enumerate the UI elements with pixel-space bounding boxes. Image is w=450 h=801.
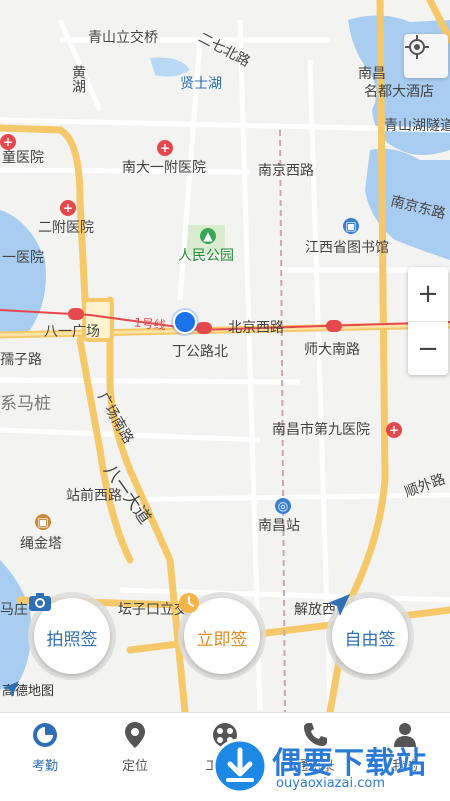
map-label: 青山湖隧道	[384, 118, 450, 134]
landmark-icon: ▣	[35, 514, 51, 530]
current-location-marker	[173, 310, 197, 334]
watermark-url: ouyaoxiazai.com	[276, 776, 385, 791]
map-label: 名都大酒店	[364, 84, 434, 100]
zoom-in-button[interactable]: +	[408, 267, 448, 322]
map-label: 北京西路	[228, 320, 284, 336]
map-label: 绳金塔	[20, 536, 62, 552]
map-label: 江西省图书馆	[305, 240, 389, 256]
zoom-control: + −	[408, 267, 448, 375]
library-icon: ▣	[343, 218, 359, 234]
metro-line-label: 1号线	[133, 315, 167, 333]
park-icon: ▲	[200, 228, 216, 244]
map-label: 南昌市第九医院	[272, 422, 370, 438]
map-label: 马庄	[0, 602, 28, 618]
free-sign-button[interactable]: 自由签	[326, 592, 414, 680]
metro-station-icon	[68, 308, 84, 320]
map-label: 青山立交桥	[88, 30, 158, 46]
instant-sign-button[interactable]: 立即签	[178, 592, 266, 680]
map-label: 南昌	[358, 66, 386, 82]
zoom-out-button[interactable]: −	[408, 322, 448, 376]
map-label: 二附医院	[38, 220, 94, 236]
tab-label: 考勤	[31, 759, 58, 774]
tab-attendance[interactable]: 考勤	[0, 713, 90, 801]
clock-icon	[179, 593, 199, 613]
camera-icon	[29, 593, 51, 611]
hospital-icon: +	[60, 200, 76, 216]
site-watermark: 偶要下载站 ouyaoxiazai.com	[210, 734, 446, 798]
map-label: 站前西路	[66, 488, 122, 504]
map-label: 南大一附医院	[122, 160, 206, 176]
tab-location[interactable]: 定位	[90, 713, 180, 801]
locate-button[interactable]	[404, 34, 448, 78]
map-label: 南昌站	[258, 518, 300, 534]
map-view[interactable]: 青山立交桥 二七北路 贤士湖 南昌 名都大酒店 青山湖隧道 黄湖 + 童医院 +…	[0, 0, 450, 712]
map-label: 贤士湖	[180, 76, 222, 92]
hospital-icon: +	[157, 140, 173, 156]
metro-station-icon	[196, 322, 212, 334]
hospital-icon: +	[386, 422, 402, 438]
map-label: 系马桩	[0, 394, 51, 414]
photo-sign-label: 拍照签	[46, 629, 98, 650]
map-label: 一医院	[2, 250, 44, 266]
free-sign-label: 自由签	[344, 629, 396, 650]
hospital-icon: +	[0, 134, 16, 150]
train-station-icon: ◎	[275, 498, 291, 514]
watermark-logo-icon	[212, 738, 268, 794]
navigation-arrow-icon	[328, 594, 350, 616]
map-label: 丁公路北	[172, 344, 228, 360]
map-label: 童医院	[2, 150, 44, 166]
map-label: 人民公园	[178, 248, 234, 264]
instant-sign-label: 立即签	[196, 629, 248, 650]
map-label: 孺子路	[0, 352, 42, 368]
location-pin-icon	[125, 722, 145, 748]
map-label: 八一广场	[44, 324, 100, 340]
map-label: 黄湖	[70, 65, 86, 93]
tab-label: 定位	[121, 759, 148, 774]
crosshair-icon	[405, 35, 429, 59]
metro-station-icon	[326, 320, 342, 332]
amap-logo: 高德地图	[2, 680, 54, 699]
photo-sign-button[interactable]: 拍照签	[28, 592, 116, 680]
attendance-icon	[33, 723, 57, 747]
map-label: 师大南路	[304, 342, 360, 358]
map-label: 南京西路	[258, 163, 314, 179]
amap-arrow-icon	[3, 681, 19, 697]
